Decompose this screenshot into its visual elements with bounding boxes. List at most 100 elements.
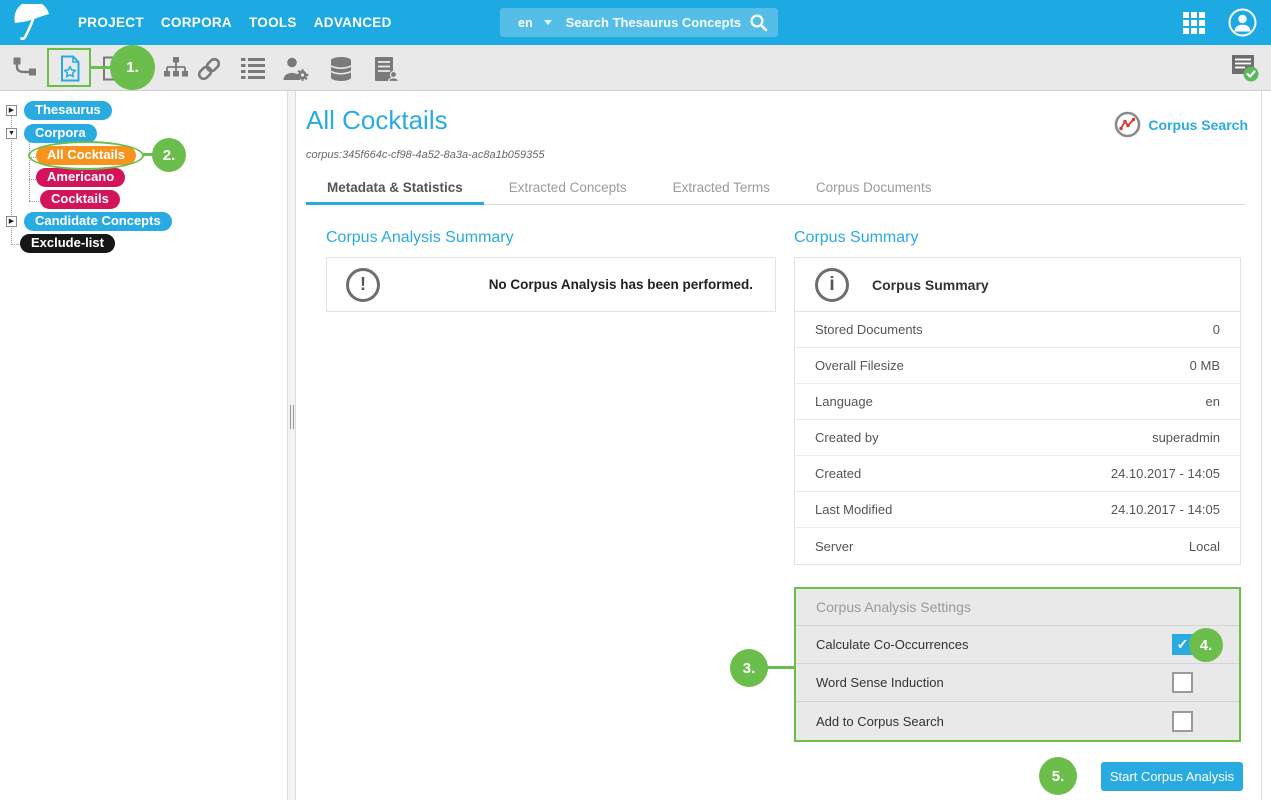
row-label: Created: [815, 466, 861, 481]
annotation-step-3: 3.: [730, 649, 768, 687]
row-label: Last Modified: [815, 502, 892, 517]
info-circle-icon: i: [815, 268, 849, 302]
word-sense-checkbox[interactable]: [1172, 672, 1193, 693]
row-value: 0: [1213, 322, 1220, 337]
tree-node-cocktails: Cocktails: [40, 190, 120, 209]
search-language-selector[interactable]: en: [518, 16, 533, 30]
page-title: All Cocktails: [306, 105, 448, 136]
expand-icon[interactable]: ▶: [6, 105, 17, 116]
list-icon[interactable]: [240, 56, 266, 80]
annotation-highlight-ellipse-2: [28, 141, 144, 170]
user-settings-icon[interactable]: [282, 56, 309, 82]
tree-item-americano[interactable]: Americano: [36, 168, 125, 187]
alert-circle-icon: !: [346, 268, 380, 302]
corpus-summary-box: i Corpus Summary Stored Documents 0 Over…: [794, 257, 1241, 565]
splitter-grip-icon[interactable]: [290, 405, 294, 429]
corpus-search-link[interactable]: Corpus Search: [1114, 111, 1248, 138]
row-label: Language: [815, 394, 873, 409]
analysis-summary-box: ! No Corpus Analysis has been performed.: [326, 257, 776, 312]
tree-guide-line: [11, 244, 19, 245]
tab-corpus-documents[interactable]: Corpus Documents: [795, 173, 953, 205]
start-corpus-analysis-button[interactable]: Start Corpus Analysis: [1101, 762, 1243, 791]
database-icon[interactable]: [328, 56, 354, 82]
tree-item-cocktails[interactable]: Cocktails: [40, 190, 120, 209]
annotation-step-4: 4.: [1189, 628, 1223, 662]
project-tree-panel: ▶ Thesaurus ▼ Corpora All Cocktails Amer…: [0, 91, 287, 800]
relation-curve-icon[interactable]: [12, 56, 37, 81]
tab-metadata-statistics[interactable]: Metadata & Statistics: [306, 173, 484, 205]
sitemap-icon[interactable]: [163, 56, 189, 81]
tree-node-thesaurus: ▶ Thesaurus: [6, 101, 112, 120]
setting-row-co-occurrences: Calculate Co-Occurrences: [796, 626, 1239, 664]
server-icon[interactable]: [372, 56, 399, 82]
setting-label: Calculate Co-Occurrences: [816, 637, 968, 652]
search-icon[interactable]: [749, 13, 768, 32]
tree-guide-line: [29, 136, 30, 201]
link-icon[interactable]: [196, 56, 222, 82]
row-value: superadmin: [1152, 430, 1220, 445]
row-label: Stored Documents: [815, 322, 923, 337]
row-value: 0 MB: [1190, 358, 1220, 373]
collapse-icon[interactable]: ▼: [6, 128, 17, 139]
panel-splitter[interactable]: [287, 91, 296, 800]
row-label: Overall Filesize: [815, 358, 904, 373]
analysis-summary-heading: Corpus Analysis Summary: [326, 229, 514, 247]
summary-row-created-by: Created by superadmin: [795, 420, 1240, 456]
expand-icon[interactable]: ▶: [6, 216, 17, 227]
row-value: 24.10.2017 - 14:05: [1111, 466, 1220, 481]
corpus-uri: corpus:345f664c-cf98-4a52-8a3a-ac8a1b059…: [306, 149, 545, 161]
tree-guide-line: [29, 179, 36, 180]
row-value: 24.10.2017 - 14:05: [1111, 502, 1220, 517]
summary-row-server: Server Local: [795, 528, 1240, 564]
corpus-analysis-settings-box: Corpus Analysis Settings Calculate Co-Oc…: [794, 587, 1241, 742]
thesaurus-search-box[interactable]: en: [500, 8, 778, 37]
annotation-highlight-box-1: [47, 48, 91, 87]
poolparty-logo-icon[interactable]: [10, 4, 58, 42]
annotation-step-1: 1.: [110, 45, 155, 90]
tab-extracted-concepts[interactable]: Extracted Concepts: [488, 173, 648, 205]
corpus-summary-heading: Corpus Summary: [794, 229, 918, 247]
row-label: Server: [815, 539, 853, 554]
summary-row-language: Language en: [795, 384, 1240, 420]
tab-bar: Metadata & Statistics Extracted Concepts…: [306, 173, 1246, 205]
setting-row-corpus-search: Add to Corpus Search: [796, 702, 1239, 740]
summary-row-overall-filesize: Overall Filesize 0 MB: [795, 348, 1240, 384]
corpus-search-label: Corpus Search: [1148, 117, 1248, 133]
tab-extracted-terms[interactable]: Extracted Terms: [652, 173, 791, 205]
summary-row-stored-documents: Stored Documents 0: [795, 312, 1240, 348]
tree-node-candidate-concepts: ▶ Candidate Concepts: [6, 212, 172, 231]
corpus-search-icon: [1114, 111, 1141, 138]
row-value: Local: [1189, 539, 1220, 554]
settings-heading: Corpus Analysis Settings: [796, 589, 1239, 626]
row-label: Created by: [815, 430, 879, 445]
summary-row-last-modified: Last Modified 24.10.2017 - 14:05: [795, 492, 1240, 528]
tree-item-exclude-list[interactable]: Exclude-list: [20, 234, 115, 253]
annotation-step-5: 5.: [1039, 757, 1077, 795]
menu-corpora[interactable]: CORPORA: [161, 15, 232, 30]
summary-row-created: Created 24.10.2017 - 14:05: [795, 456, 1240, 492]
annotation-step-2: 2.: [152, 138, 186, 172]
toolbar: 1.: [0, 45, 1271, 91]
no-analysis-message: No Corpus Analysis has been performed.: [489, 277, 775, 292]
setting-label: Add to Corpus Search: [816, 714, 944, 729]
corpus-summary-box-header: i Corpus Summary: [795, 258, 1240, 312]
tree-item-candidate-concepts[interactable]: Candidate Concepts: [24, 212, 172, 231]
tree-node-exclude-list: Exclude-list: [20, 234, 115, 253]
chevron-down-icon[interactable]: [544, 20, 552, 25]
row-value: en: [1206, 394, 1220, 409]
search-input[interactable]: [566, 15, 749, 30]
scrollbar-track[interactable]: [1261, 91, 1262, 800]
report-check-icon[interactable]: [1231, 54, 1259, 82]
menu-advanced[interactable]: ADVANCED: [314, 15, 392, 30]
menu-tools[interactable]: TOOLS: [249, 15, 297, 30]
annotation-connector-3: [766, 666, 794, 669]
tree-item-thesaurus[interactable]: Thesaurus: [24, 101, 112, 120]
corpus-detail-panel: All Cocktails corpus:345f664c-cf98-4a52-…: [296, 91, 1261, 800]
tree-node-americano: Americano: [36, 168, 125, 187]
user-account-icon[interactable]: [1228, 8, 1257, 37]
add-corpus-search-checkbox[interactable]: [1172, 711, 1193, 732]
setting-label: Word Sense Induction: [816, 675, 944, 690]
apps-grid-icon[interactable]: [1183, 12, 1205, 34]
tree-guide-line: [29, 201, 39, 202]
menu-project[interactable]: PROJECT: [78, 15, 144, 30]
